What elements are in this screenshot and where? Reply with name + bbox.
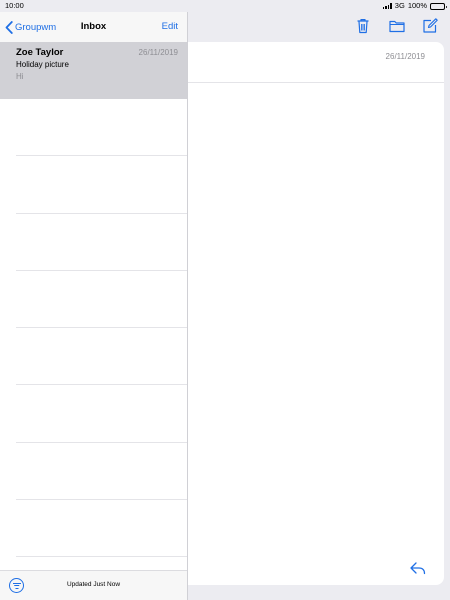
list-separator [16, 271, 187, 329]
battery-percent: 100% [407, 1, 427, 10]
message-subject: Holiday picture [16, 60, 69, 69]
page-title: Inbox [80, 21, 107, 32]
status-bar: 10:00 3G 100% [0, 0, 450, 12]
message-row[interactable]: Zoe Taylor 26/11/2019 Holiday picture Hi [0, 42, 187, 99]
update-status: Updated Just Now [66, 581, 121, 588]
battery-icon [430, 2, 447, 10]
empty-list-area [16, 99, 187, 558]
list-bottom-toolbar: Updated Just Now [0, 570, 187, 600]
list-separator [16, 99, 187, 157]
mailbox-list-panel: Groupwm Inbox Edit Zoe Taylor 26/11/2019… [0, 12, 188, 600]
compose-icon[interactable] [421, 17, 439, 35]
list-separator [16, 328, 187, 386]
trash-icon[interactable] [354, 17, 372, 35]
message-detail-pane: 26/11/2019 [188, 42, 444, 585]
folder-icon[interactable] [388, 17, 406, 35]
header-divider [188, 82, 444, 83]
list-separator [16, 500, 187, 558]
list-separator [16, 156, 187, 214]
list-separator [16, 214, 187, 271]
reply-icon[interactable] [409, 560, 427, 576]
list-separator [16, 385, 187, 443]
message-preview: Hi [16, 72, 24, 81]
status-indicators: 3G 100% [382, 0, 447, 12]
list-separator [16, 443, 187, 501]
edit-button[interactable]: Edit [162, 21, 178, 32]
message-sender: Zoe Taylor [16, 47, 64, 58]
network-type: 3G [394, 1, 405, 10]
status-time: 10:00 [5, 1, 24, 10]
list-navbar: Groupwm Inbox Edit [0, 12, 187, 42]
message-toolbar [188, 12, 450, 42]
signal-icon [382, 3, 392, 9]
message-date: 26/11/2019 [138, 48, 178, 57]
detail-message-date: 26/11/2019 [385, 52, 425, 61]
